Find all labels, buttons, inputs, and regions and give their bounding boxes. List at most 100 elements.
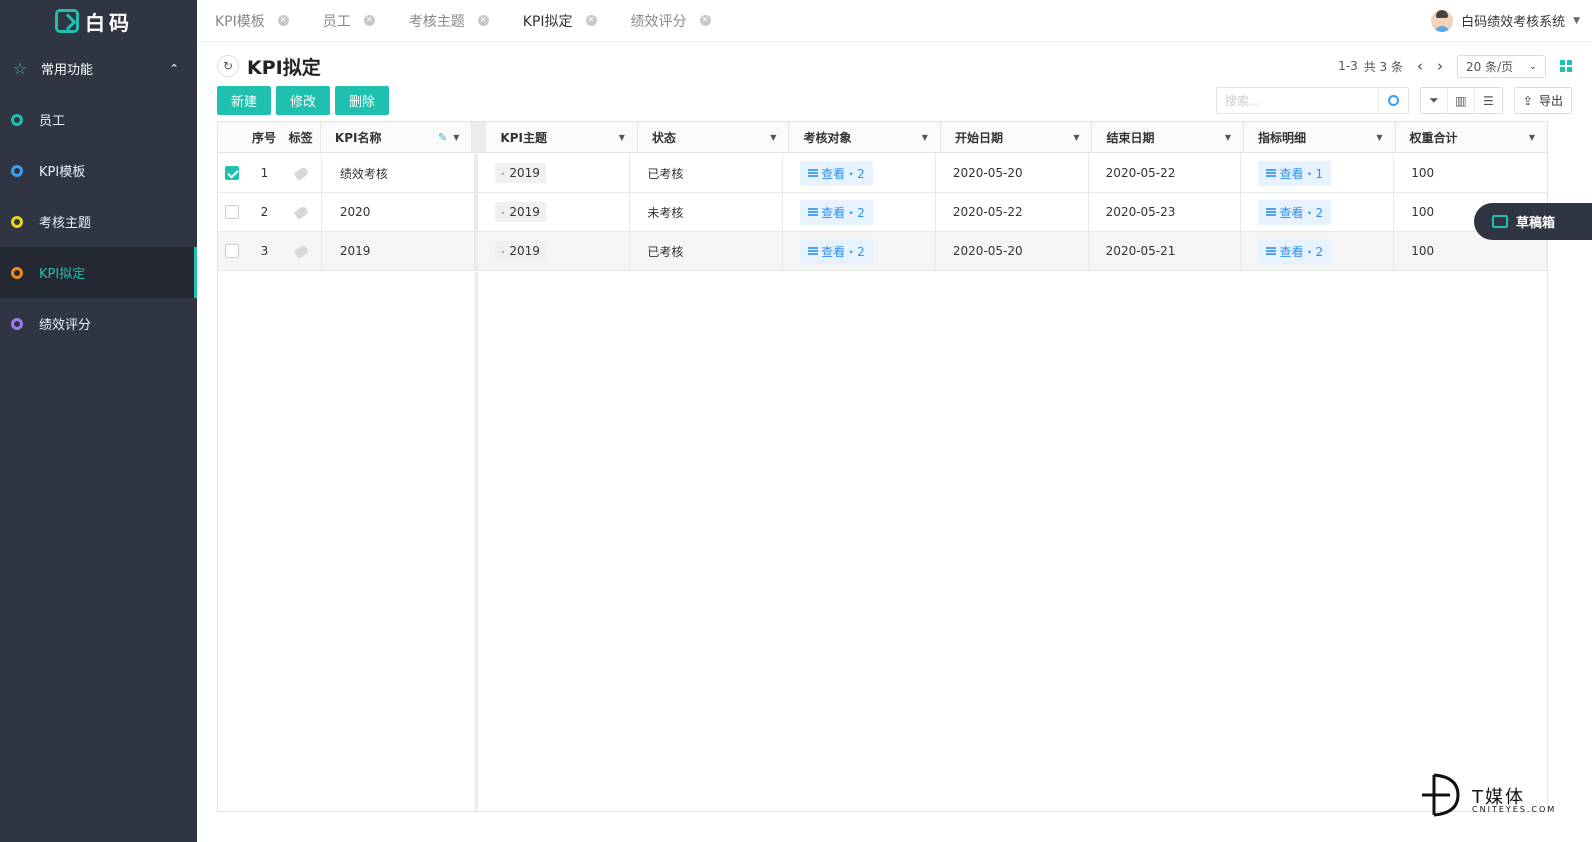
sidebar-item-label: KPI拟定 <box>39 267 86 282</box>
chip-label: 2019 <box>509 166 540 180</box>
new-button[interactable]: 新建 <box>217 86 272 115</box>
view-link[interactable]: 查看・2 <box>800 238 873 264</box>
cell-start-date: 2020-05-22 <box>936 193 1089 231</box>
frozen-divider[interactable] <box>472 122 487 152</box>
page-size-select[interactable]: 20 条/页 ⌄ <box>1457 54 1546 78</box>
toolbar: 新建 修改 删除 搜索... ⏷ ▥ ☰ ⇪ 导出 <box>217 86 1572 115</box>
theme-chip[interactable]: • 2019 <box>494 163 546 183</box>
delete-button[interactable]: 删除 <box>335 86 390 115</box>
link-label: 查看・2 <box>1279 205 1324 220</box>
sort-icon[interactable]: ▼ <box>1529 133 1535 142</box>
tag-icon[interactable] <box>293 165 310 181</box>
cell-weight: 100 <box>1411 166 1435 180</box>
tag-icon[interactable] <box>293 204 310 220</box>
avatar <box>1431 9 1454 32</box>
chevron-left-icon[interactable]: ‹ <box>1417 57 1423 75</box>
view-link[interactable]: 查看・2 <box>1258 199 1332 225</box>
tab-assessment-theme[interactable]: 考核主题 × <box>391 0 505 42</box>
sidebar-group-common[interactable]: ☆ 常用功能 ⌄ <box>0 42 197 94</box>
tab-kpi-template[interactable]: KPI模板 × <box>197 0 305 42</box>
sort-icon[interactable]: ▼ <box>1073 133 1079 142</box>
sort-icon[interactable]: ▼ <box>770 133 776 142</box>
header-target[interactable]: 考核对象 ▼ <box>789 122 941 152</box>
header-detail[interactable]: 指标明细 ▼ <box>1244 122 1396 152</box>
close-icon[interactable]: × <box>477 15 489 26</box>
close-icon[interactable]: × <box>277 15 289 26</box>
star-icon: ☆ <box>12 58 28 78</box>
sidebar-item-employee[interactable]: 员工 <box>0 94 197 145</box>
header-select <box>218 122 247 152</box>
sort-icon[interactable]: ▼ <box>1376 133 1382 142</box>
checkbox[interactable] <box>225 205 240 219</box>
settings-icon[interactable]: ☰ <box>1475 88 1502 113</box>
header-end-date[interactable]: 结束日期 ▼ <box>1092 122 1244 152</box>
user-menu[interactable]: 白码绩效考核系统 ▼ <box>1431 9 1592 32</box>
close-icon[interactable]: × <box>363 15 375 26</box>
header-label: 指标明细 <box>1257 130 1306 145</box>
table-row[interactable]: 2 2020 • 2019 未考核 查看・2 2020-05-22 2020-05… <box>218 193 1547 232</box>
close-icon[interactable]: × <box>699 15 711 26</box>
theme-chip[interactable]: • 2019 <box>494 202 546 222</box>
header-status[interactable]: 状态 ▼ <box>638 122 790 152</box>
row-select[interactable] <box>218 232 247 270</box>
row-select[interactable] <box>218 154 247 192</box>
pager-range: 1-3 <box>1338 59 1358 73</box>
view-link[interactable]: 查看・2 <box>800 199 873 225</box>
view-link[interactable]: 查看・2 <box>1258 238 1332 264</box>
chart-icon[interactable]: ▥ <box>1448 88 1475 113</box>
view-link[interactable]: 查看・1 <box>1258 160 1332 186</box>
table-row[interactable]: 1 绩效考核 • 2019 已考核 查看・2 2020-05-20 2020-05… <box>218 154 1547 193</box>
sidebar-item-assessment-theme[interactable]: 考核主题 <box>0 196 197 247</box>
tab-kpi-draft[interactable]: KPI拟定 × <box>505 0 613 42</box>
close-icon[interactable]: × <box>585 15 597 26</box>
chevron-right-icon[interactable]: › <box>1437 57 1443 75</box>
header-start-date[interactable]: 开始日期 ▼ <box>941 122 1093 152</box>
checkbox[interactable] <box>225 244 240 258</box>
frozen-column-divider[interactable] <box>475 272 478 811</box>
table-row[interactable]: 3 2019 • 2019 已考核 查看・2 2020-05-20 2020-05… <box>218 232 1547 271</box>
grid-view-icon[interactable] <box>1560 60 1572 72</box>
caret-down-icon: ▼ <box>1573 15 1580 26</box>
tag-icon[interactable] <box>293 243 310 259</box>
edit-button[interactable]: 修改 <box>276 86 331 115</box>
sidebar: 白码 ☆ 常用功能 ⌄ 员工 KPI模板 考核主题 KPI拟定 绩效评分 <box>0 0 197 842</box>
list-icon <box>1266 168 1277 178</box>
export-button[interactable]: ⇪ 导出 <box>1513 87 1572 114</box>
search-icon[interactable] <box>1377 88 1408 113</box>
cell-detail: 查看・1 <box>1241 154 1395 192</box>
sidebar-item-performance-score[interactable]: 绩效评分 <box>0 298 197 349</box>
header-weight[interactable]: 权重合计 ▼ <box>1396 122 1548 152</box>
search-input[interactable]: 搜索... <box>1215 87 1409 114</box>
cell-kpi-theme: • 2019 <box>478 193 631 231</box>
cell-target: 查看・2 <box>783 193 936 231</box>
cell-end-date: 2020-05-21 <box>1089 232 1242 270</box>
link-label: 查看・2 <box>821 205 865 220</box>
row-tag[interactable] <box>282 154 322 192</box>
upload-icon: ⇪ <box>1522 93 1533 108</box>
header-kpi-theme[interactable]: KPI主题 ▼ <box>486 122 638 152</box>
sort-icon[interactable]: ▼ <box>922 133 928 142</box>
draft-box-button[interactable]: 草稿箱 <box>1474 203 1592 240</box>
view-link[interactable]: 查看・2 <box>800 160 873 186</box>
sort-icon[interactable]: ▼ <box>619 133 625 142</box>
checkbox[interactable] <box>225 166 240 180</box>
brand-logo[interactable]: 白码 <box>0 0 197 42</box>
theme-chip[interactable]: • 2019 <box>494 241 546 261</box>
header-kpi-name[interactable]: KPI名称 ✎ ▼ <box>321 122 473 152</box>
row-index: 1 <box>260 166 269 180</box>
sidebar-item-kpi-draft[interactable]: KPI拟定 <box>0 247 197 298</box>
row-tag[interactable] <box>282 193 322 231</box>
cell-target: 查看・2 <box>783 232 936 270</box>
pin-icon[interactable]: ✎ <box>438 131 447 144</box>
refresh-icon[interactable]: ↻ <box>217 55 239 77</box>
tab-performance-score[interactable]: 绩效评分 × <box>613 0 727 42</box>
sort-icon[interactable]: ▼ <box>1225 133 1231 142</box>
tab-label: 员工 <box>322 13 351 30</box>
sort-icon[interactable]: ▼ <box>453 133 459 142</box>
row-select[interactable] <box>218 193 247 231</box>
tab-employee[interactable]: 员工 × <box>305 0 391 42</box>
filter-icon[interactable]: ⏷ <box>1421 88 1448 113</box>
export-label: 导出 <box>1538 94 1563 108</box>
sidebar-item-kpi-template[interactable]: KPI模板 <box>0 145 197 196</box>
row-tag[interactable] <box>282 232 322 270</box>
